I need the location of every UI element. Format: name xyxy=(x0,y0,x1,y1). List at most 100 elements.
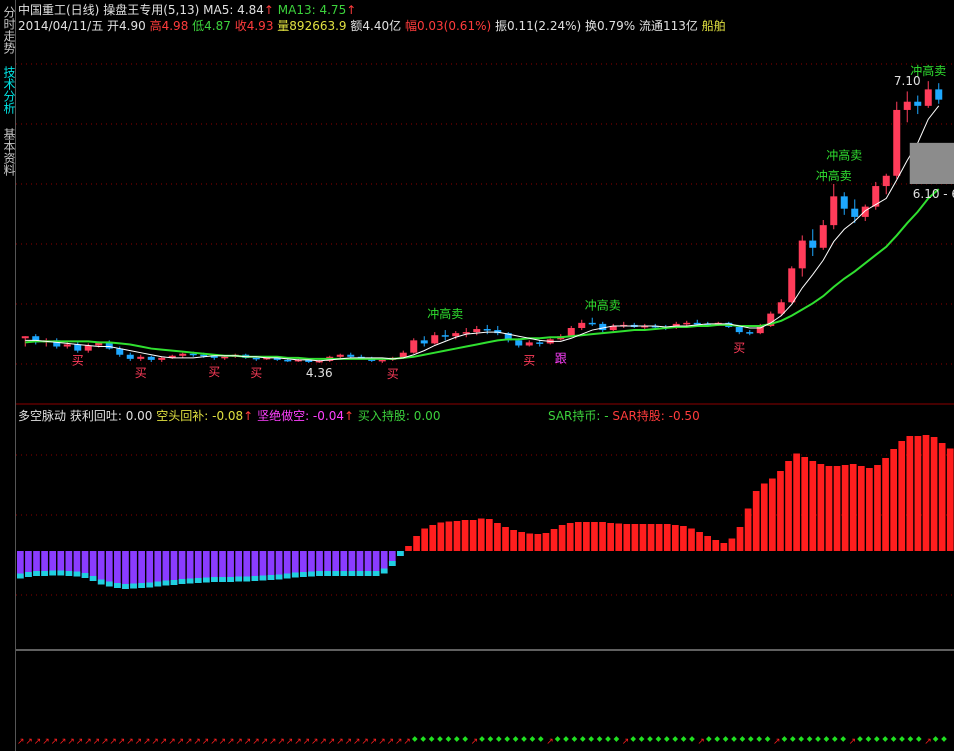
signal-diamond xyxy=(823,736,830,742)
pulse-bar-edge xyxy=(194,578,202,583)
signal-arrow: ↗ xyxy=(924,737,932,747)
pulse-bar-edge xyxy=(97,579,105,585)
pulse-bar-positive xyxy=(413,536,420,551)
signal-diamond xyxy=(890,736,897,742)
pulse-bar-positive xyxy=(938,443,946,551)
signal-diamond xyxy=(462,736,469,742)
pulse-bar-edge xyxy=(251,576,259,581)
candle-body xyxy=(21,336,29,339)
range-box xyxy=(909,142,954,184)
pulse-bar-positive xyxy=(502,527,509,551)
pulse-bar-positive xyxy=(477,518,485,551)
pulse-bar-positive xyxy=(744,508,752,551)
pulse-bar-edge xyxy=(162,580,170,586)
pulse-bar-edge xyxy=(41,571,48,576)
pulse-bar-negative xyxy=(130,551,137,589)
buy-label: 买 xyxy=(72,354,84,368)
pulse-bar-edge xyxy=(65,571,73,576)
pulse-bar-positive xyxy=(801,457,809,551)
pulse-bar-edge xyxy=(275,574,283,580)
signal-diamond xyxy=(571,736,578,742)
pulse-bar-edge xyxy=(186,578,194,584)
candle-body xyxy=(693,322,701,325)
rush-high-sell-label: 冲高卖 xyxy=(585,298,621,313)
candle-body xyxy=(536,342,544,344)
signal-arrow: ↗ xyxy=(395,737,403,747)
signal-diamond xyxy=(420,736,427,742)
pulse-bar-positive xyxy=(696,532,703,551)
tab-intraday[interactable]: 分时走势 xyxy=(0,6,16,54)
side-tab-bar: 分时走势 技术分析 基本资料 xyxy=(0,0,16,751)
pulse-bar-edge xyxy=(227,577,234,582)
pulse-bar-edge xyxy=(146,582,154,588)
pulse-bar-edge xyxy=(348,571,356,576)
candle-body xyxy=(515,340,523,346)
pulse-bar-negative xyxy=(105,551,113,587)
signal-diamond xyxy=(529,736,536,742)
signal-diamond xyxy=(932,736,939,742)
candle-body xyxy=(882,175,890,187)
pulse-bar-edge xyxy=(138,583,145,588)
pulse-bar-positive xyxy=(639,524,647,551)
pulse-bar-positive xyxy=(453,521,461,551)
pulse-bar-negative xyxy=(146,551,154,588)
signal-diamond xyxy=(663,736,670,742)
candle-body xyxy=(126,354,134,359)
pulse-bar-positive xyxy=(591,522,598,551)
candle-body xyxy=(63,344,71,347)
pulse-bar-positive xyxy=(526,533,534,551)
signal-arrow: ↗ xyxy=(101,737,109,747)
tab-technical[interactable]: 技术分析 xyxy=(0,66,16,114)
pulse-bar-edge xyxy=(130,583,137,589)
candle-body xyxy=(735,326,743,333)
pulse-bar-positive xyxy=(769,478,776,551)
pulse-bar-positive xyxy=(841,465,849,551)
candle-body xyxy=(473,329,481,333)
signal-diamond xyxy=(563,736,569,742)
signal-diamond xyxy=(638,736,645,742)
pulse-bar-edge xyxy=(291,572,299,578)
signal-diamond xyxy=(411,736,418,742)
chart-area[interactable]: 冲高卖冲高卖冲高卖冲高卖冲高卖买买买买买买买跟4.367.106.10 - 6.… xyxy=(16,0,954,751)
signal-arrow: ↗ xyxy=(227,737,235,747)
candle-body xyxy=(158,357,166,360)
signal-arrow: ↗ xyxy=(25,737,33,747)
signal-diamond xyxy=(899,736,905,742)
pulse-bar-edge xyxy=(300,572,307,577)
candle-body xyxy=(137,356,145,359)
candle-body xyxy=(410,340,418,353)
pulse-bar-positive xyxy=(421,528,428,551)
pulse-bar-positive xyxy=(833,466,841,551)
pulse-bar-positive xyxy=(720,543,728,551)
signal-arrow: ↗ xyxy=(319,737,327,747)
candle-body xyxy=(336,354,344,357)
pulse-bar-edge xyxy=(308,571,315,577)
signal-diamond xyxy=(781,736,788,742)
signal-arrow: ↗ xyxy=(202,737,210,747)
tab-fundamentals[interactable]: 基本资料 xyxy=(0,128,16,176)
signal-arrow: ↗ xyxy=(773,737,781,747)
signal-arrow: ↗ xyxy=(219,737,227,747)
rush-high-sell-label: 冲高卖 xyxy=(427,306,463,321)
signal-diamond xyxy=(504,736,511,742)
candle-body xyxy=(924,89,932,106)
pulse-bar-negative xyxy=(170,551,178,585)
pulse-bar-edge xyxy=(219,577,226,582)
signal-arrow: ↗ xyxy=(193,737,201,747)
signal-arrow: ↗ xyxy=(185,737,193,747)
candles xyxy=(21,81,943,363)
signal-arrow: ↗ xyxy=(471,737,479,747)
signal-arrow: ↗ xyxy=(336,737,344,747)
pulse-bar-positive xyxy=(728,538,736,551)
buy-label: 买 xyxy=(523,354,535,368)
candle-body xyxy=(462,332,470,334)
candle-body xyxy=(683,322,691,325)
signal-diamond xyxy=(495,736,502,742)
signal-diamond xyxy=(722,736,729,742)
pulse-bar-positive xyxy=(663,524,671,551)
pulse-bar-negative xyxy=(154,551,162,587)
pulse-bar-edge xyxy=(324,571,331,576)
signal-diamond xyxy=(831,736,838,742)
pulse-bar-edge xyxy=(25,572,32,577)
signal-diamond xyxy=(479,736,485,742)
